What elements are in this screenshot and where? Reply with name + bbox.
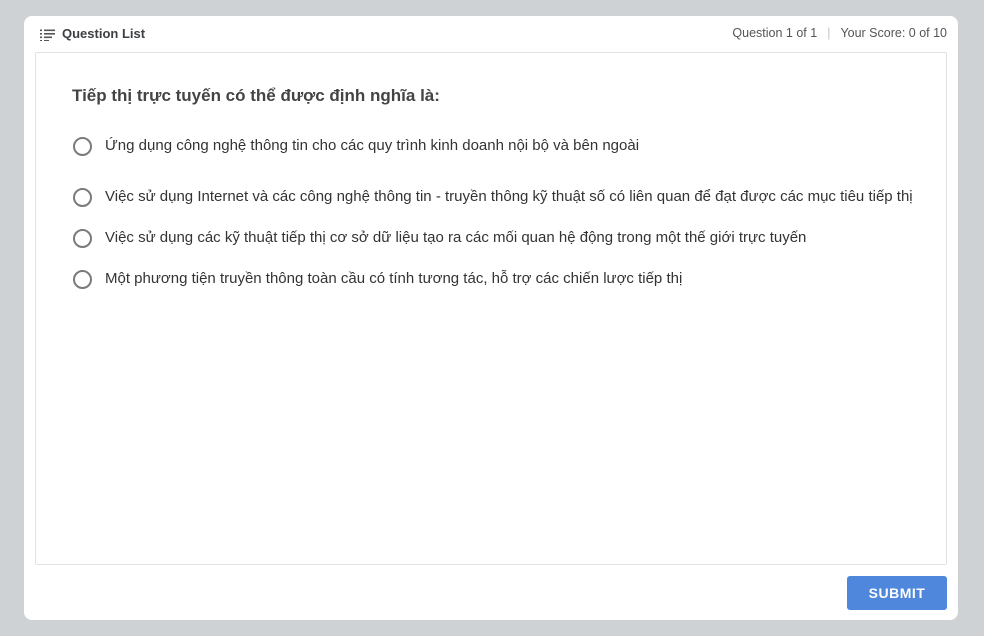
radio-button[interactable] [73, 187, 92, 207]
answer-option-2[interactable]: Việc sử dụng Internet và các công nghệ t… [73, 177, 913, 217]
radio-button[interactable] [73, 269, 92, 289]
question-counter: Question 1 of 1 [732, 26, 818, 40]
quiz-header: Question List Question 1 of 1 | Your Sco… [24, 16, 958, 52]
radio-button[interactable] [73, 136, 92, 156]
question-list-button[interactable]: Question List [40, 26, 145, 41]
quiz-status: Question 1 of 1 | Your Score: 0 of 10 [732, 26, 947, 40]
radio-button[interactable] [73, 228, 92, 248]
answer-option-1[interactable]: Ứng dụng công nghệ thông tin cho các quy… [73, 136, 913, 156]
answer-option-label: Việc sử dụng các kỹ thuật tiếp thị cơ sở… [105, 229, 807, 246]
divider: | [827, 26, 831, 40]
answer-option-label: Việc sử dụng Internet và các công nghệ t… [105, 188, 913, 205]
answer-options: Ứng dụng công nghệ thông tin cho các quy… [73, 136, 913, 289]
score-display: Your Score: 0 of 10 [840, 26, 947, 40]
question-list-label: Question List [62, 26, 146, 41]
submit-button[interactable]: SUBMIT [847, 576, 947, 610]
question-panel: Tiếp thị trực tuyến có thể được định ngh… [35, 52, 947, 565]
answer-option-label: Một phương tiện truyền thông toàn cầu có… [105, 270, 683, 287]
answer-option-label: Ứng dụng công nghệ thông tin cho các quy… [105, 137, 640, 154]
quiz-card: Question List Question 1 of 1 | Your Sco… [24, 16, 958, 620]
answer-option-4[interactable]: Một phương tiện truyền thông toàn cầu có… [73, 269, 913, 289]
list-icon [40, 28, 55, 41]
question-text: Tiếp thị trực tuyến có thể được định ngh… [72, 86, 440, 105]
answer-option-3[interactable]: Việc sử dụng các kỹ thuật tiếp thị cơ sở… [73, 228, 913, 248]
